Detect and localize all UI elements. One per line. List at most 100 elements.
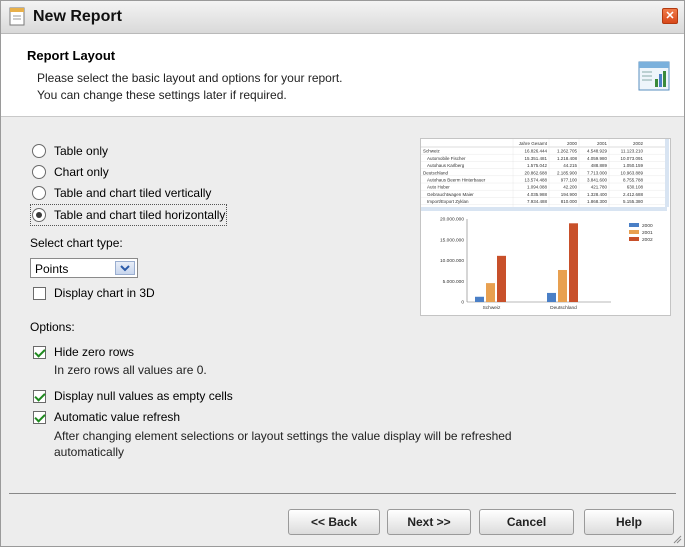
preview-table-header: 2000: [567, 141, 578, 146]
preview-table-header: Jahre Gesamt: [519, 141, 548, 146]
next-button[interactable]: Next >>: [387, 509, 471, 535]
header-description-line1: Please select the basic layout and optio…: [37, 71, 343, 85]
footer-divider: [9, 493, 676, 494]
new-report-dialog: New Report ✕ Report Layout Please select…: [0, 0, 685, 547]
preview-table-cell: 16.826.444: [524, 149, 547, 154]
preview-table-cell: 421.780: [591, 185, 608, 190]
preview-table-cell: Autohaus Beerm Hinterbauer: [427, 178, 486, 183]
preview-table-cell: Deutschland: [423, 170, 449, 175]
radio-button[interactable]: [32, 165, 46, 179]
hide-zero-rows-checkbox[interactable]: [33, 345, 46, 359]
preview-table-cell: Automobile Fischer: [427, 156, 466, 161]
preview-table-cell: 1.868.300: [587, 199, 608, 204]
chart-type-label: Select chart type:: [30, 236, 123, 250]
preview-legend-label: 2000: [642, 223, 653, 229]
preview-table-cell: 10.073.091: [620, 156, 643, 161]
preview-table-cell: 2.185.900: [557, 170, 578, 175]
preview-table-cell: 977.100: [561, 178, 578, 183]
preview-y-tick-label: 5.000.000: [443, 279, 465, 285]
hide-zero-rows-row[interactable]: Hide zero rows: [33, 344, 134, 360]
chart-type-select[interactable]: Points: [30, 258, 138, 278]
report-document-icon: [9, 7, 25, 26]
preview-table-cell: Import/Export Zyklan: [427, 199, 469, 204]
radio-chart-only[interactable]: Chart only: [32, 163, 109, 181]
chevron-down-icon[interactable]: [115, 261, 135, 275]
close-icon[interactable]: ✕: [662, 8, 678, 24]
preview-table-cell: 44.215: [563, 163, 577, 168]
preview-table-cell: 8.755.788: [623, 178, 644, 183]
auto-refresh-label: Automatic value refresh: [54, 410, 181, 424]
radio-button-selected[interactable]: [32, 208, 46, 222]
preview-table-cell: 4.059.980: [587, 156, 608, 161]
preview-table-cell: 1.328.400: [587, 192, 608, 197]
preview-bar: [569, 223, 578, 302]
preview-y-tick-label: 10.000.000: [440, 258, 464, 264]
preview-table-cell: Autohaus Karlberg: [427, 163, 465, 168]
preview-table-cell: 20.862.688: [524, 170, 547, 175]
preview-table-cell: Gebrauchtwagen Maier: [427, 192, 474, 197]
auto-refresh-checkbox[interactable]: [33, 410, 46, 424]
preview-table-cell: 11.123.210: [621, 149, 644, 154]
auto-refresh-row[interactable]: Automatic value refresh: [33, 409, 180, 425]
preview-table-cell: 7.934.488: [527, 199, 548, 204]
preview-bar: [547, 292, 556, 302]
chart-type-value: Points: [35, 262, 69, 276]
preview-table-cell: 7.713.000: [587, 170, 608, 175]
display-3d-checkbox[interactable]: [33, 286, 46, 300]
preview-legend-swatch: [629, 237, 639, 241]
preview-bar: [558, 269, 567, 302]
auto-refresh-note-line1: After changing element selections or lay…: [54, 429, 512, 443]
preview-table-scrollbar: [421, 207, 667, 211]
cancel-button[interactable]: Cancel: [479, 509, 574, 535]
preview-table-cell: 488.889: [591, 163, 608, 168]
preview-table-cell: 3.841.600: [587, 178, 608, 183]
radio-label: Chart only: [54, 165, 109, 179]
radio-table-only[interactable]: Table only: [32, 142, 108, 160]
layout-preview-image: Jahre Gesamt 2000 2001 2002Schweiz 16.826.44…: [421, 139, 670, 315]
preview-table-cell: 42.200: [563, 185, 577, 190]
options-label: Options:: [30, 320, 75, 334]
title-bar[interactable]: New Report ✕: [1, 1, 684, 34]
window-title: New Report: [33, 8, 122, 25]
preview-table-cell: 194.900: [561, 192, 578, 197]
back-button[interactable]: << Back: [288, 509, 380, 535]
radio-label: Table and chart tiled vertically: [54, 186, 212, 200]
preview-legend-label: 2001: [642, 230, 653, 236]
layout-preview: Jahre Gesamt 2000 2001 2002 Schweiz 16.826.44…: [420, 138, 671, 316]
preview-bar: [486, 283, 495, 302]
radio-label: Table only: [54, 144, 109, 158]
preview-table-cell: 10.963.889: [620, 170, 643, 175]
null-empty-checkbox[interactable]: [33, 389, 46, 403]
radio-label: Table and chart tiled horizontally: [54, 208, 226, 222]
resize-grip-icon[interactable]: [672, 534, 682, 544]
null-empty-label: Display null values as empty cells: [54, 389, 233, 403]
preview-category-label: Deutschland: [550, 305, 577, 311]
report-layout-icon: [638, 61, 670, 91]
preview-legend-swatch: [629, 230, 639, 234]
radio-button[interactable]: [32, 144, 46, 158]
help-button[interactable]: Help: [584, 509, 674, 535]
preview-table-cell: 4.035.988: [527, 192, 548, 197]
display-3d-checkbox-row[interactable]: Display chart in 3D: [33, 285, 155, 301]
preview-y-tick-label: 20.000.000: [440, 217, 464, 223]
preview-legend-swatch: [629, 223, 639, 227]
preview-legend-label: 2002: [642, 237, 653, 243]
preview-table-cell: 4.548.929: [587, 149, 608, 154]
preview-table-cell: 1.218.408: [557, 156, 578, 161]
preview-table-header: 2001: [597, 141, 608, 146]
null-empty-row[interactable]: Display null values as empty cells: [33, 388, 233, 404]
display-3d-label: Display chart in 3D: [54, 286, 155, 300]
radio-tiled-horizontally[interactable]: Table and chart tiled horizontally: [29, 204, 228, 226]
radio-tiled-vertically[interactable]: Table and chart tiled vertically: [32, 184, 211, 202]
auto-refresh-note-line2: automatically: [54, 445, 125, 459]
hide-zero-rows-label: Hide zero rows: [54, 345, 135, 359]
header-description-line2: You can change these settings later if r…: [37, 88, 287, 102]
preview-table-cell: 1.262.705: [557, 149, 578, 154]
preview-table-cell: 2.412.688: [623, 192, 644, 197]
wizard-header: Report Layout Please select the basic la…: [1, 34, 684, 117]
preview-y-tick-label: 0: [461, 300, 464, 306]
radio-button[interactable]: [32, 186, 46, 200]
page-title: Report Layout: [27, 48, 116, 63]
wizard-footer: << Back Next >> Cancel Help: [1, 489, 684, 546]
preview-bar: [475, 296, 484, 302]
